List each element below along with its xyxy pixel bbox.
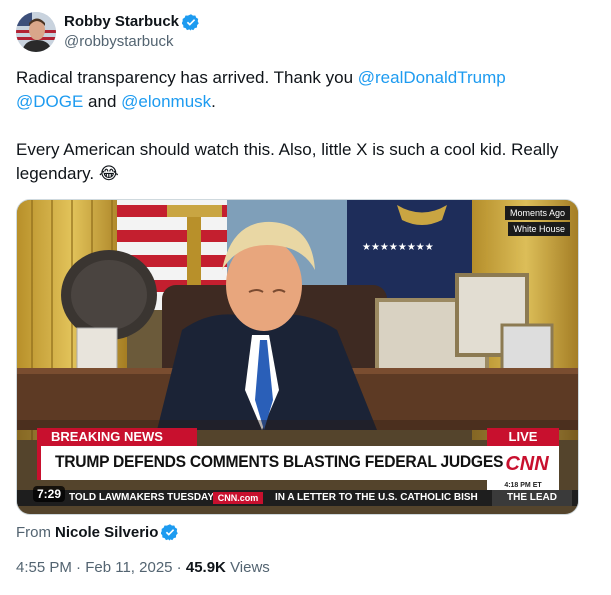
author-display-name[interactable]: Robby Starbuck [64,12,179,32]
breaking-news-label: BREAKING NEWS [37,428,197,446]
verified-badge-icon [182,14,199,31]
tweet-metadata: 4:55 PM · Feb 11, 2025 · 45.9K Views [16,559,270,576]
avatar[interactable] [16,12,56,52]
separator: · [71,559,86,576]
svg-text:CNN: CNN [505,453,549,475]
live-label: LIVE [487,428,559,446]
author-handle[interactable]: @robbystarbuck [64,32,200,52]
mention-link[interactable]: @elonmusk [121,92,211,111]
avatar-photo [16,12,56,52]
chyron-headline-bar: TRUMP DEFENDS COMMENTS BLASTING FEDERAL … [37,446,559,480]
tweet-date[interactable]: Feb 11, 2025 [85,559,172,576]
from-label: From [16,523,51,541]
source-name-link[interactable]: Nicole Silverio [55,524,158,541]
views-count: 45.9K [185,559,226,576]
mention-link[interactable]: @DOGE [16,92,83,111]
chyron-headline: TRUMP DEFENDS COMMENTS BLASTING FEDERAL … [55,452,504,471]
ticker-cnn-label: CNN.com [213,492,263,504]
news-ticker: TOLD LAWMAKERS TUESDAY. CNN.com IN A LET… [17,490,578,506]
separator: · [172,559,186,576]
video-player[interactable]: ★★★★★★★★ Moments Ago White House BREAKIN… [16,199,579,515]
tweet-header: Robby Starbuck @robbystarbuck [16,12,200,52]
ticker-text-right: IN A LETTER TO THE U.S. CATHOLIC BISH [275,492,478,503]
video-duration: 7:29 [33,486,66,502]
tweet-text-segment: and [83,92,122,111]
tweet-text-segment: . [211,92,216,111]
ticker-text-left: TOLD LAWMAKERS TUESDAY. [69,492,216,503]
video-attribution: From Nicole Silverio [16,523,179,541]
cnn-logo-icon: CNN [505,449,549,475]
verified-badge-icon [161,524,179,541]
tweet-text-segment: Radical transparency has arrived. Thank … [16,68,358,87]
emoji-laughing-icon: 😂 [98,164,119,183]
tweet-time[interactable]: 4:55 PM [16,559,72,576]
badge-moments-ago: Moments Ago [504,206,570,220]
views-label: Views [230,559,270,576]
ticker-show-name: THE LEAD [492,490,572,506]
mention-link[interactable]: @realDonaldTrump [358,68,506,87]
badge-location: White House [508,222,570,236]
tweet-body: Radical transparency has arrived. Thank … [16,66,591,186]
svg-text:★★★★★★★★: ★★★★★★★★ [362,242,434,253]
